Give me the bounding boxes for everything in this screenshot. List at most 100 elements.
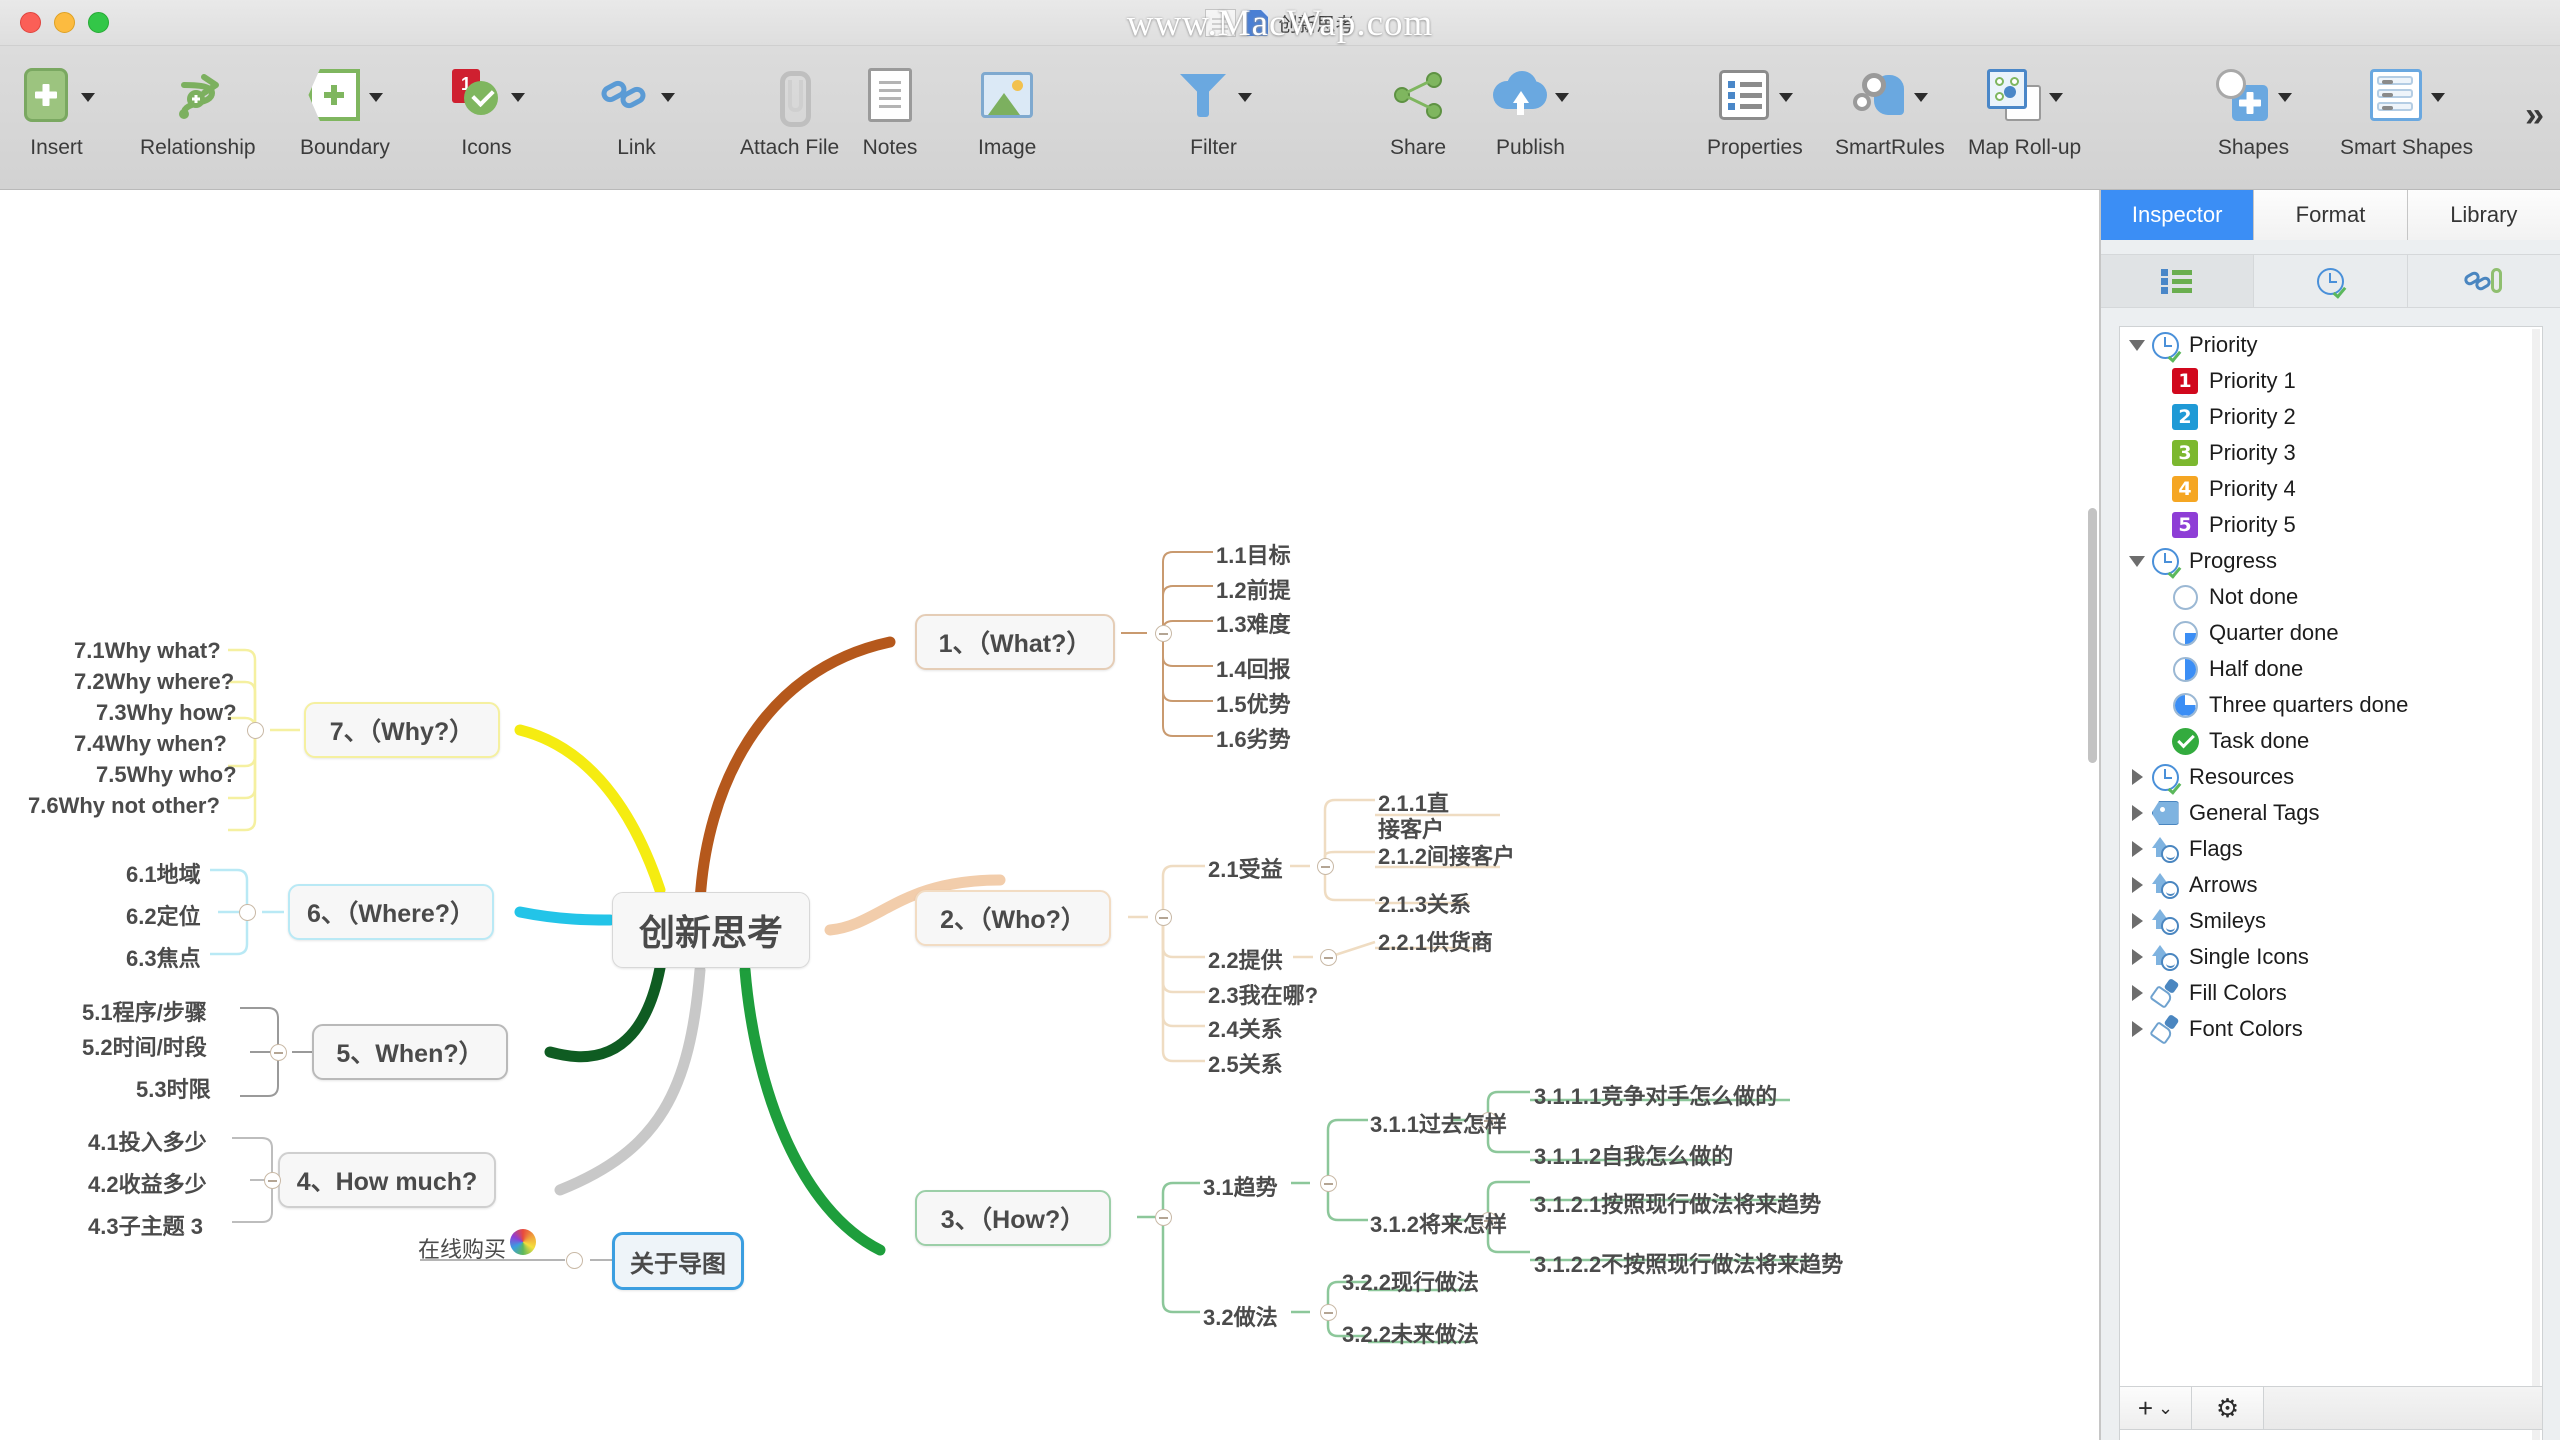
- collapse-knob-about[interactable]: [566, 1252, 583, 1269]
- chevron-right-icon[interactable]: [2126, 985, 2148, 1001]
- leaf-7-1[interactable]: 7.1Why what?: [74, 638, 221, 664]
- leaf-1-1[interactable]: 1.1目标: [1216, 538, 1291, 570]
- toolbar-item-shapes[interactable]: Shapes: [2215, 56, 2292, 160]
- leaf-1-5[interactable]: 1.5优势: [1216, 687, 1291, 719]
- leaf-2-3[interactable]: 2.3我在哪?: [1208, 978, 1318, 1010]
- publish-icon[interactable]: [1492, 67, 1548, 123]
- leaf-6-3[interactable]: 6.3焦点: [126, 941, 201, 973]
- chevron-right-icon[interactable]: [2126, 1021, 2148, 1037]
- leaf-1-2[interactable]: 1.2前提: [1216, 573, 1291, 605]
- chevron-down-icon[interactable]: [661, 92, 675, 102]
- chevron-down-icon[interactable]: [1914, 92, 1929, 102]
- leaf-6-2[interactable]: 6.2定位: [126, 899, 201, 931]
- toolbar-item-relationship[interactable]: Relationship: [140, 56, 256, 160]
- toolbar-item-map-roll-up[interactable]: Map Roll-up: [1968, 56, 2081, 160]
- chevron-down-icon[interactable]: [1779, 92, 1794, 102]
- chevron-down-icon[interactable]: [81, 92, 95, 102]
- leaf-3-2-2[interactable]: 3.2.2未来做法: [1342, 1317, 1479, 1349]
- leaf-2-1[interactable]: 2.1受益: [1208, 852, 1283, 884]
- tree-group-font-colors[interactable]: Font Colors: [2120, 1011, 2542, 1047]
- add-marker-button[interactable]: + ⌄: [2120, 1387, 2192, 1429]
- toolbar-item-notes[interactable]: Notes: [862, 56, 918, 160]
- toolbar-item-smartrules[interactable]: SmartRules: [1835, 56, 1945, 160]
- toolbar-item-share[interactable]: Share: [1390, 56, 1446, 160]
- leaf-7-4[interactable]: 7.4Why when?: [74, 731, 227, 757]
- toolbar-item-publish[interactable]: Publish: [1492, 56, 1569, 160]
- notes-icon[interactable]: [862, 67, 918, 123]
- leaf-2-1-3[interactable]: 2.1.3关系: [1378, 887, 1471, 919]
- image-icon[interactable]: [979, 67, 1035, 123]
- leaf-7-3[interactable]: 7.3Why how?: [96, 700, 237, 726]
- relationship-icon[interactable]: [170, 67, 226, 123]
- leaf-3-1-2[interactable]: 3.1.2将来怎样: [1370, 1207, 1507, 1239]
- chevron-down-icon[interactable]: [511, 92, 525, 102]
- leaf-1-6[interactable]: 1.6劣势: [1216, 722, 1291, 754]
- leaf-2-4[interactable]: 2.4关系: [1208, 1012, 1283, 1044]
- tab-inspector[interactable]: Inspector: [2101, 190, 2255, 240]
- tree-group-single-icons[interactable]: Single Icons: [2120, 939, 2542, 975]
- leaf-2-5[interactable]: 2.5关系: [1208, 1047, 1283, 1079]
- leaf-3-1-1-1[interactable]: 3.1.1.1竞争对手怎么做的: [1534, 1079, 1777, 1111]
- leaf-online-purchase[interactable]: 在线购买: [418, 1232, 506, 1264]
- toolbar-item-link[interactable]: Link: [598, 56, 675, 160]
- tree-item-quarter-done[interactable]: Quarter done: [2120, 615, 2542, 651]
- toolbar-item-attach-file[interactable]: Attach File: [740, 56, 839, 160]
- leaf-5-2[interactable]: 5.2时间/时段: [82, 1030, 207, 1062]
- topic-what[interactable]: 1、（What?）: [915, 614, 1115, 670]
- tree-item-not-done[interactable]: Not done: [2120, 579, 2542, 615]
- collapse-knob-when[interactable]: [270, 1044, 287, 1061]
- chevron-right-icon[interactable]: [2126, 841, 2148, 857]
- filter-icon[interactable]: [1175, 67, 1231, 123]
- leaf-7-5[interactable]: 7.5Why who?: [96, 762, 237, 788]
- mindmap-canvas[interactable]: 创新思考 1、（What?） 2、（Who?） 3、（How?） 4、How m…: [0, 190, 2099, 1440]
- tree-item-priority-3[interactable]: 3 Priority 3: [2120, 435, 2542, 471]
- leaf-3-1[interactable]: 3.1趋势: [1203, 1170, 1278, 1202]
- leaf-7-2[interactable]: 7.2Why where?: [74, 669, 234, 695]
- subtab-task-info[interactable]: [2254, 255, 2408, 307]
- attach-file-icon[interactable]: [762, 67, 818, 127]
- chevron-right-icon[interactable]: [2126, 805, 2148, 821]
- topic-how-much[interactable]: 4、How much?: [278, 1152, 496, 1208]
- share-icon[interactable]: [1390, 67, 1446, 123]
- toolbar-item-boundary[interactable]: Boundary: [300, 56, 390, 160]
- tree-scrollbar[interactable]: [2532, 329, 2540, 1440]
- tree-group-general-tags[interactable]: General Tags: [2120, 795, 2542, 831]
- topic-about-map[interactable]: 关于导图: [612, 1232, 744, 1290]
- chevron-down-icon[interactable]: [2431, 92, 2446, 102]
- tree-group-resources[interactable]: Resources: [2120, 759, 2542, 795]
- topic-why[interactable]: 7、（Why?）: [304, 702, 500, 758]
- tab-library[interactable]: Library: [2407, 190, 2560, 240]
- leaf-4-2[interactable]: 4.2收益多少: [88, 1167, 207, 1199]
- tree-item-priority-2[interactable]: 2 Priority 2: [2120, 399, 2542, 435]
- leaf-3-1-2-2[interactable]: 3.1.2.2不按照现行做法将来趋势: [1534, 1247, 1843, 1279]
- toolbar-item-smart-shapes[interactable]: Smart Shapes: [2340, 56, 2473, 160]
- tree-group-progress[interactable]: Progress: [2120, 543, 2542, 579]
- collapse-knob-what[interactable]: [1155, 625, 1172, 642]
- smartrules-icon[interactable]: [1851, 67, 1907, 123]
- shapes-icon[interactable]: [2215, 67, 2271, 123]
- chevron-right-icon[interactable]: [2126, 949, 2148, 965]
- chevron-down-icon[interactable]: [2126, 555, 2148, 567]
- canvas-vertical-scrollbar[interactable]: [2088, 508, 2097, 763]
- toolbar-item-icons[interactable]: 1 Icons: [448, 56, 525, 160]
- link-icon[interactable]: [598, 67, 654, 123]
- leaf-2-2-1[interactable]: 2.2.1供货商: [1378, 925, 1493, 957]
- leaf-4-1[interactable]: 4.1投入多少: [88, 1125, 207, 1157]
- toolbar-item-image[interactable]: Image: [978, 56, 1036, 160]
- topic-who[interactable]: 2、（Who?）: [915, 890, 1111, 946]
- leaf-6-1[interactable]: 6.1地域: [126, 857, 201, 889]
- tree-group-arrows[interactable]: Arrows: [2120, 867, 2542, 903]
- subtab-list[interactable]: [2101, 255, 2255, 307]
- collapse-knob-where[interactable]: [239, 904, 256, 921]
- topic-where[interactable]: 6、（Where?）: [288, 884, 494, 940]
- toolbar-item-insert[interactable]: Insert: [18, 56, 95, 160]
- chevron-down-icon[interactable]: [369, 92, 384, 102]
- properties-icon[interactable]: [1716, 67, 1772, 123]
- leaf-3-2-1[interactable]: 3.2.2现行做法: [1342, 1265, 1479, 1297]
- tree-item-task-done[interactable]: Task done: [2120, 723, 2542, 759]
- boundary-icon[interactable]: [306, 67, 362, 123]
- map-rollup-icon[interactable]: [1986, 67, 2042, 123]
- tree-group-fill-colors[interactable]: Fill Colors: [2120, 975, 2542, 1011]
- tree-group-priority[interactable]: Priority: [2120, 327, 2542, 363]
- collapse-knob-2-2[interactable]: [1320, 949, 1337, 966]
